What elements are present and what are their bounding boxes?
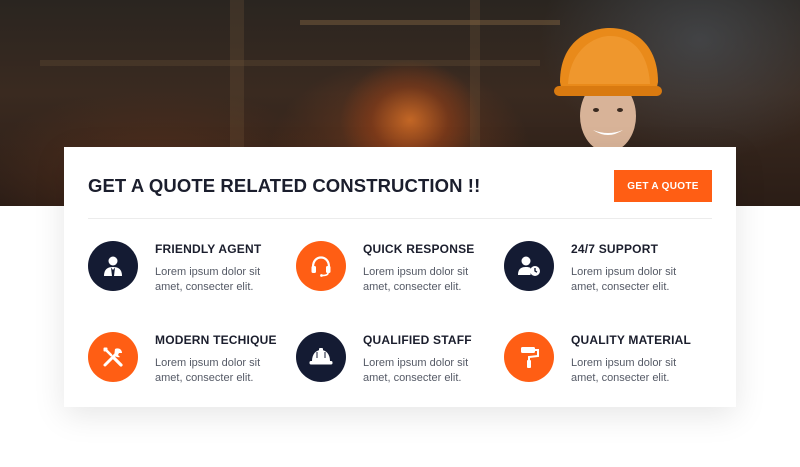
feature-description: Lorem ipsum dolor sit amet, consecter el… [155,357,261,384]
card-header: GET A QUOTE RELATED CONSTRUCTION !! GET … [88,147,712,219]
feature-description: Lorem ipsum dolor sit amet, consecter el… [363,266,469,293]
feature-title: FRIENDLY AGENT [155,242,262,256]
feature-description: Lorem ipsum dolor sit amet, consecter el… [571,266,677,293]
headset-icon [296,241,346,291]
feature-modern-techique: MODERN TECHIQUE Lorem ipsum dolor sit am… [88,332,288,392]
feature-title: 24/7 SUPPORT [571,242,659,256]
feature-24-7-support: 24/7 SUPPORT Lorem ipsum dolor sit amet,… [504,241,704,301]
card-title: GET A QUOTE RELATED CONSTRUCTION !! [88,175,481,196]
feature-title: QUALIFIED STAFF [363,333,472,347]
feature-friendly-agent: FRIENDLY AGENT Lorem ipsum dolor sit ame… [88,241,288,301]
tools-icon [88,332,138,382]
feature-description: Lorem ipsum dolor sit amet, consecter el… [155,266,261,293]
feature-title: MODERN TECHIQUE [155,333,277,347]
user-clock-icon [504,241,554,291]
feature-title: QUALITY MATERIAL [571,333,692,347]
feature-description: Lorem ipsum dolor sit amet, consecter el… [571,357,677,384]
feature-description: Lorem ipsum dolor sit amet, consecter el… [363,357,469,384]
agent-icon [88,241,138,291]
feature-quality-material: QUALITY MATERIAL Lorem ipsum dolor sit a… [504,332,704,392]
hard-hat-icon [296,332,346,382]
paint-roller-icon [504,332,554,382]
feature-quick-response: QUICK RESPONSE Lorem ipsum dolor sit ame… [296,241,496,301]
feature-qualified-staff: QUALIFIED STAFF Lorem ipsum dolor sit am… [296,332,496,392]
quote-card: GET A QUOTE RELATED CONSTRUCTION !! GET … [64,147,736,407]
get-a-quote-button[interactable]: GET A QUOTE [614,170,712,202]
feature-title: QUICK RESPONSE [363,242,475,256]
